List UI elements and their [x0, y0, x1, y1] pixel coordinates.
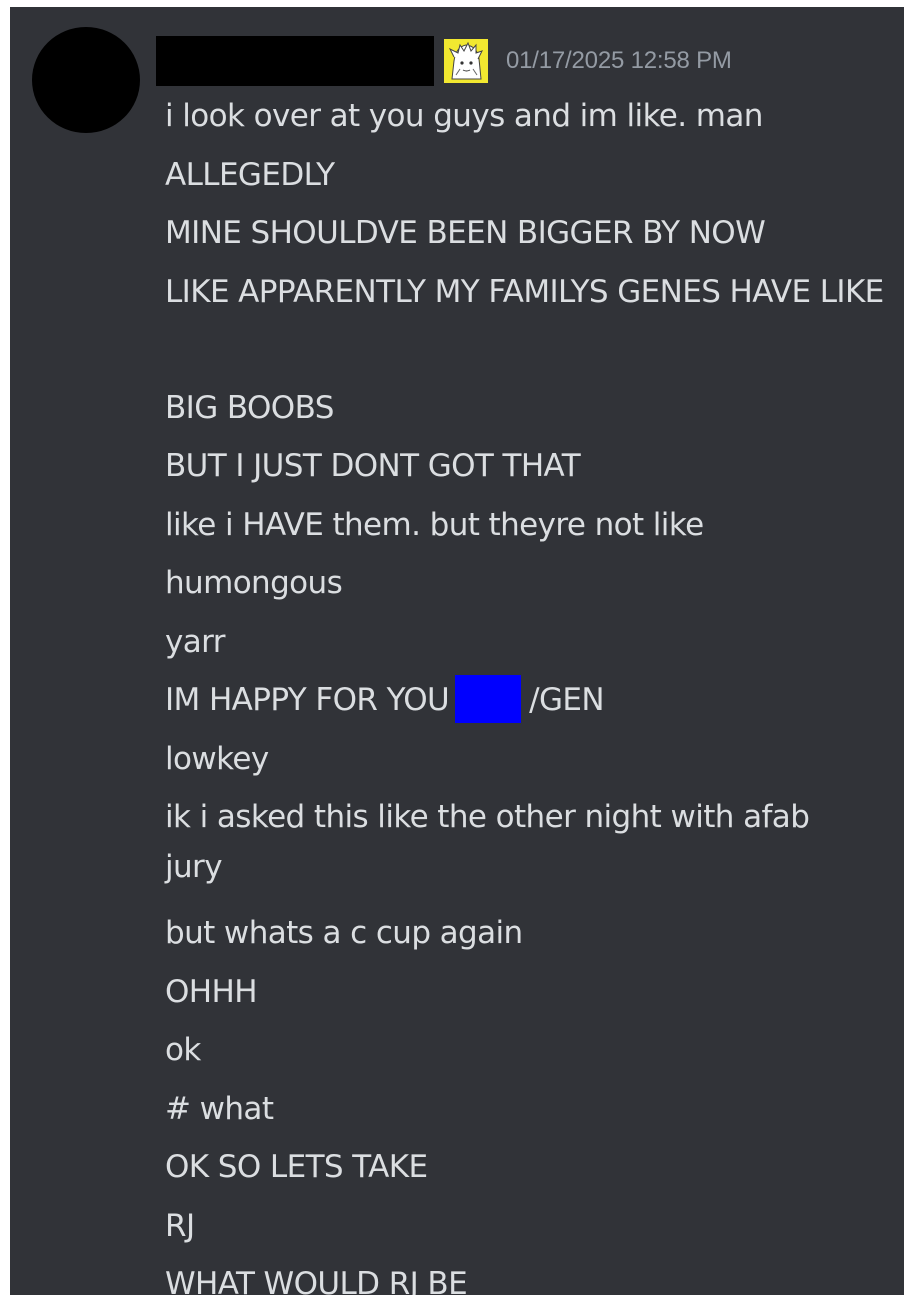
- message-line[interactable]: lowkey: [165, 734, 895, 793]
- message-line[interactable]: WHAT WOULD RJ BE: [165, 1259, 895, 1295]
- message-text: IM HAPPY FOR YOU: [165, 682, 450, 718]
- message-line[interactable]: MINE SHOULDVE BEEN BIGGER BY NOW: [165, 208, 895, 267]
- message-line[interactable]: ALLEGEDLY: [165, 150, 895, 209]
- message-line[interactable]: RJ: [165, 1201, 895, 1260]
- message-line[interactable]: ok: [165, 1025, 895, 1084]
- message-header: 01/17/2025 12:58 PM: [156, 33, 732, 89]
- message-line[interactable]: # what: [165, 1084, 895, 1143]
- message-line[interactable]: OK SO LETS TAKE: [165, 1142, 895, 1201]
- message-line[interactable]: BIG BOOBS: [165, 383, 895, 442]
- mention-redacted[interactable]: [455, 674, 522, 723]
- message-line[interactable]: yarr: [165, 617, 895, 676]
- username-redacted[interactable]: [156, 36, 434, 86]
- avatar[interactable]: [32, 27, 140, 133]
- anime-character-badge-icon[interactable]: [444, 39, 488, 83]
- chat-panel: 01/17/2025 12:58 PM i look over at you g…: [10, 7, 904, 1295]
- message-line[interactable]: OHHH: [165, 967, 895, 1026]
- message-line[interactable]: like i HAVE them. but theyre not like: [165, 500, 895, 559]
- message-line-mention[interactable]: IM HAPPY FOR YOU/GEN: [165, 674, 895, 734]
- message-line[interactable]: ik i asked this like the other night wit…: [165, 792, 845, 908]
- message-timestamp[interactable]: 01/17/2025 12:58 PM: [506, 47, 732, 75]
- message-line[interactable]: humongous: [165, 558, 895, 617]
- message-line[interactable]: BUT I JUST DONT GOT THAT: [165, 441, 895, 500]
- message-text: /GEN: [529, 682, 604, 718]
- message-list: i look over at you guys and im like. man…: [165, 91, 895, 1295]
- message-line[interactable]: but whats a c cup again: [165, 908, 895, 967]
- message-line[interactable]: i look over at you guys and im like. man: [165, 91, 895, 150]
- message-line[interactable]: LIKE APPARENTLY MY FAMILYS GENES HAVE LI…: [165, 267, 885, 383]
